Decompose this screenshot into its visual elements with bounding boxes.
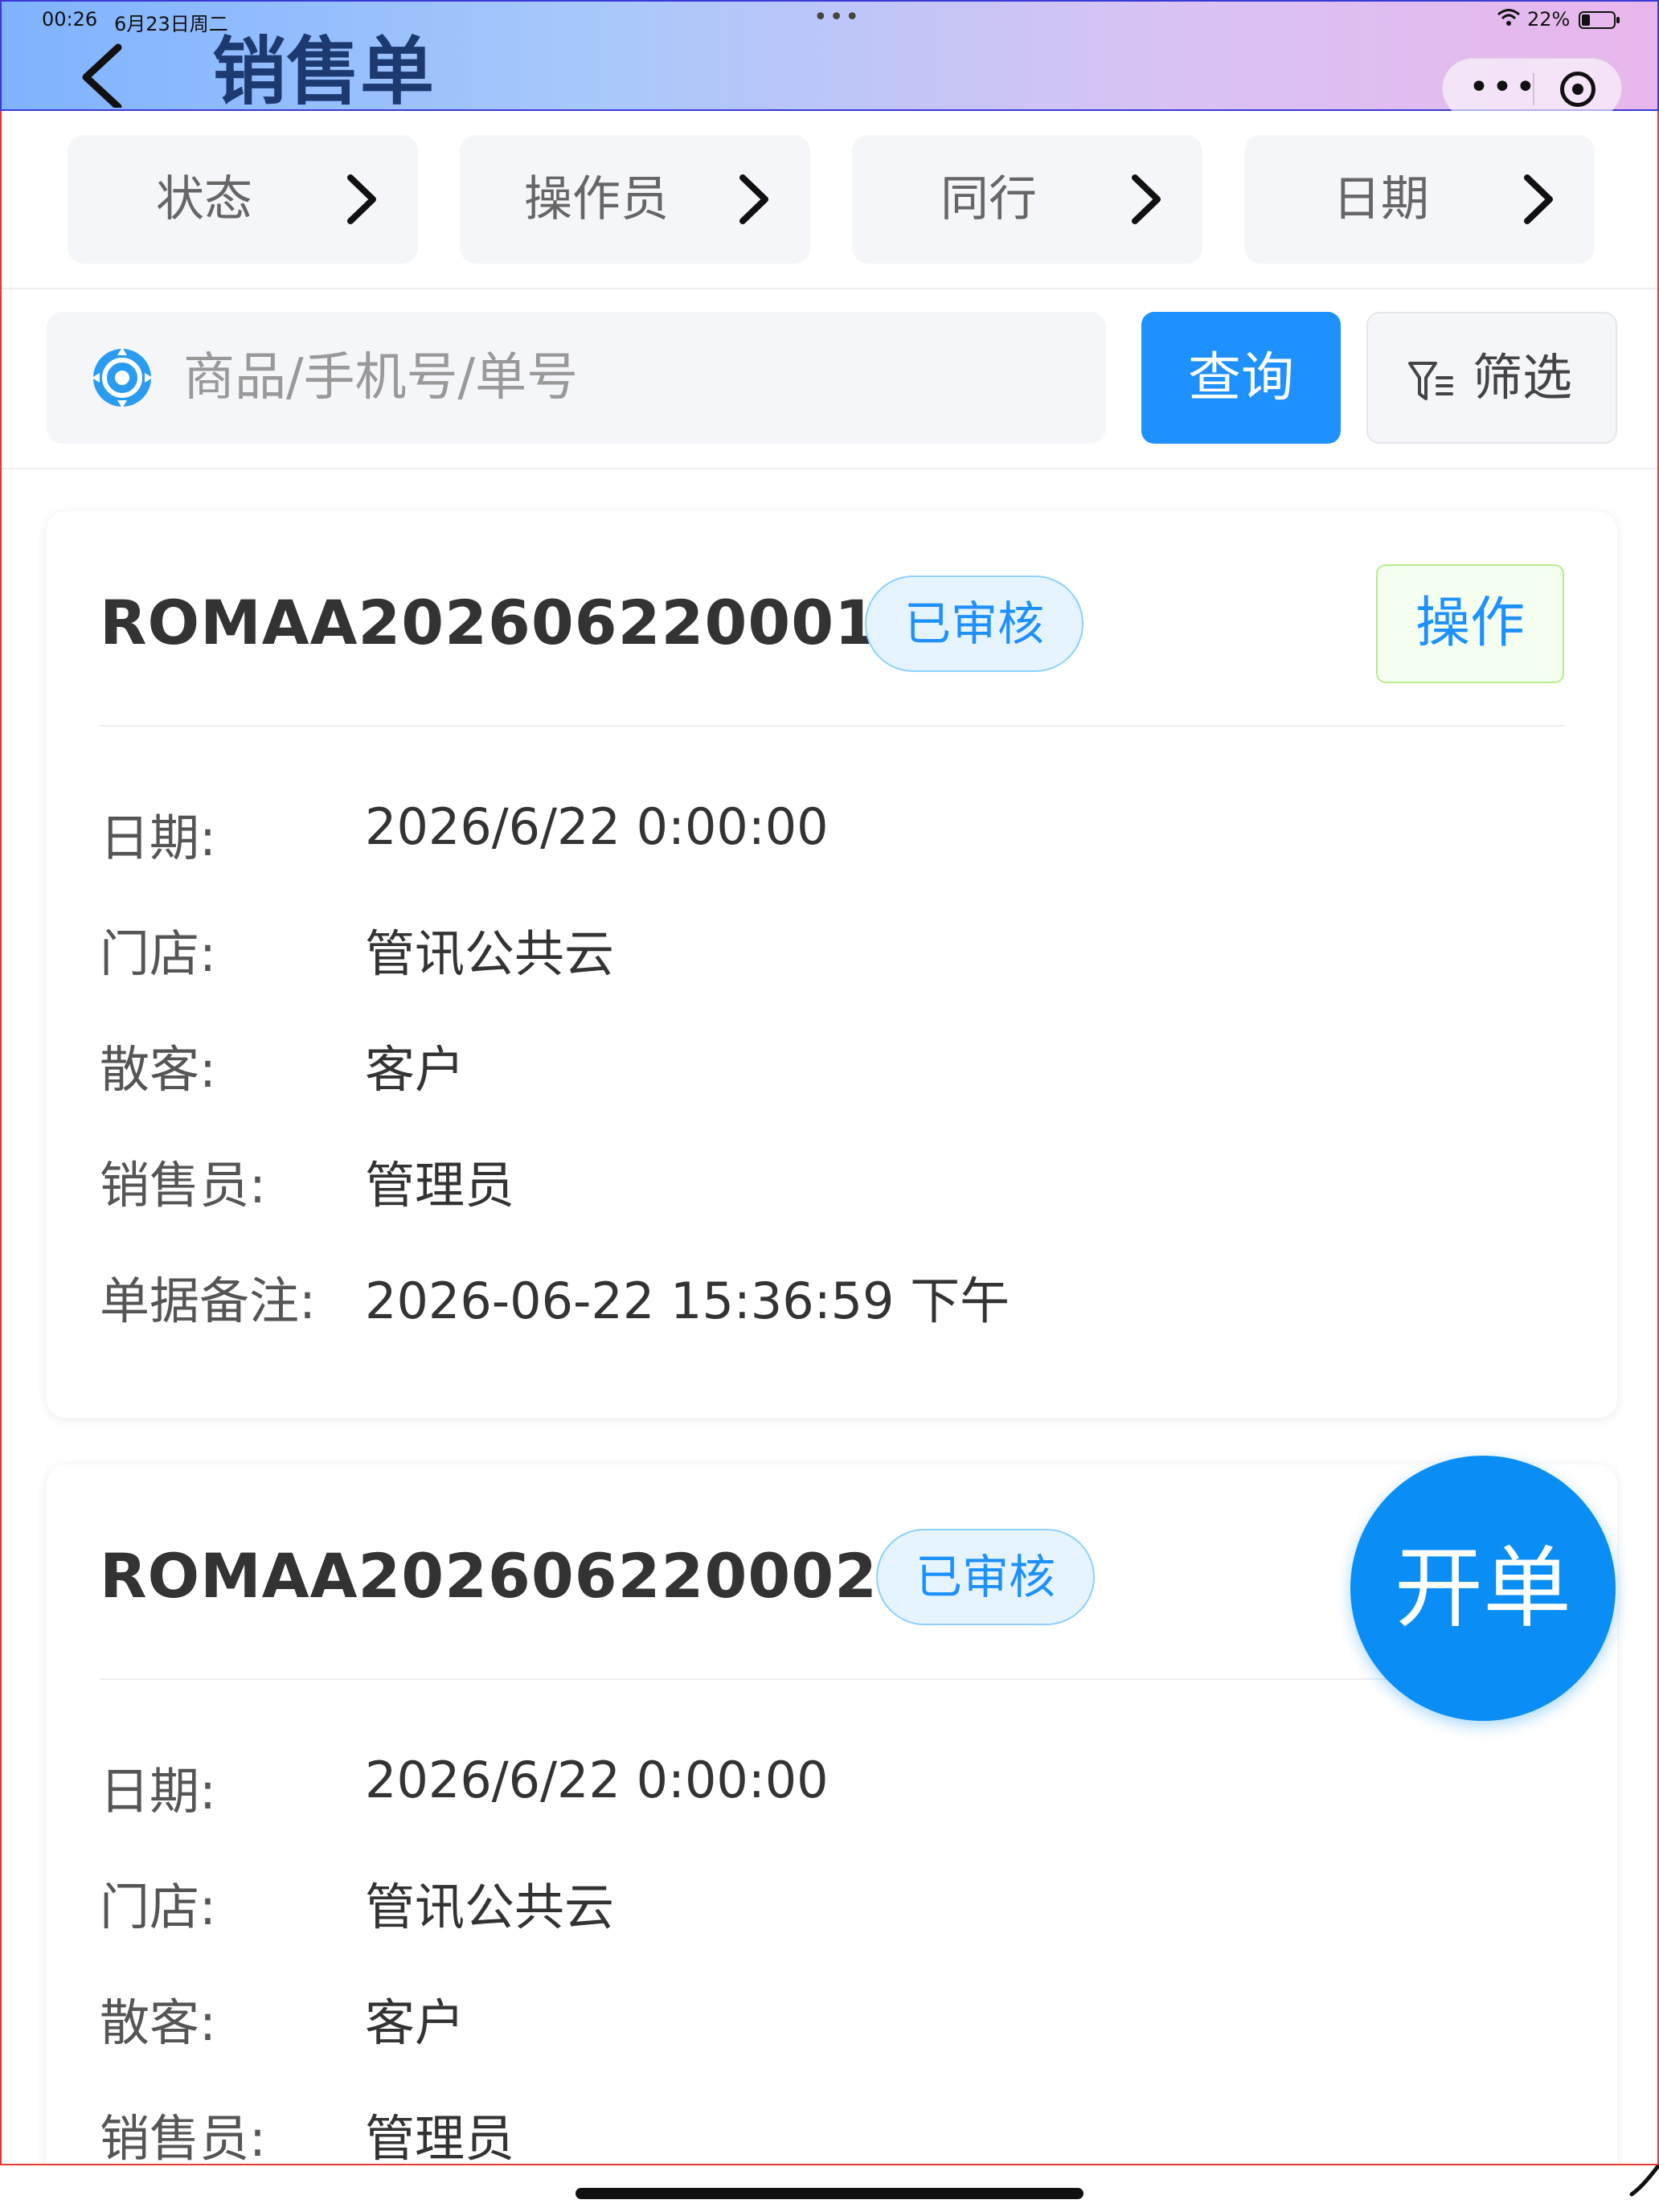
field-value-salesperson: 管理员 [365, 1156, 515, 1215]
header: 00:26 6月23日周二 ••• 22% 销售单 ••• [0, 0, 1659, 119]
wifi-icon-svg [1497, 9, 1520, 26]
status-badge: 已审核 [865, 576, 1083, 672]
capsule-divider [1533, 73, 1534, 105]
filter-date[interactable]: 日期 [1244, 135, 1595, 264]
field-label-salesperson: 销售员: [100, 2109, 266, 2165]
close-target-icon[interactable] [1560, 72, 1596, 107]
card-divider [100, 1678, 1564, 1680]
search-input[interactable] [182, 336, 1066, 420]
filter-peer[interactable]: 同行 [852, 135, 1202, 264]
battery-icon [1579, 11, 1620, 29]
back-arrow-icon[interactable] [74, 43, 130, 108]
field-value-customer: 客户 [365, 1040, 465, 1099]
operate-button[interactable]: 操作 [1376, 564, 1564, 683]
search-row: 查询 筛选 [2, 289, 1657, 469]
funnel-icon [1408, 362, 1453, 400]
chevron-right-icon [1524, 174, 1553, 224]
field-value-customer: 客户 [365, 1993, 465, 2052]
mini-program-capsule: ••• [1442, 58, 1622, 119]
chevron-right-icon [1132, 174, 1161, 224]
field-label-store: 门店: [100, 1878, 216, 1936]
filter-button-label: 筛选 [1473, 348, 1573, 407]
filter-bar: 状态 操作员 同行 日期 [2, 111, 1657, 289]
filter-peer-label: 同行 [940, 171, 1037, 227]
order-card[interactable]: ROMAA202606220001 已审核 操作 日期: 2026/6/22 0… [47, 511, 1617, 1418]
home-indicator[interactable] [576, 2188, 1083, 2199]
filter-status-label: 状态 [156, 171, 252, 227]
status-time: 00:26 [42, 8, 98, 31]
field-label-customer: 散客: [100, 1993, 216, 2052]
wifi-icon [1497, 8, 1521, 33]
field-label-customer: 散客: [100, 1040, 216, 1099]
field-value-salesperson: 管理员 [365, 2109, 515, 2165]
field-label-store: 门店: [100, 924, 216, 983]
query-button[interactable]: 查询 [1141, 312, 1341, 444]
filter-date-label: 日期 [1333, 171, 1429, 227]
scan-target-icon[interactable] [88, 344, 156, 412]
field-label-date: 日期: [100, 809, 216, 867]
filter-operator-label: 操作员 [524, 171, 669, 227]
status-badge: 已审核 [876, 1529, 1095, 1625]
card-divider [100, 725, 1564, 727]
order-number: ROMAA202606220001 [100, 587, 878, 658]
page-title: 销售单 [212, 29, 435, 115]
field-value-store: 管讯公共云 [365, 1878, 615, 1936]
search-box[interactable] [47, 312, 1106, 444]
more-icon[interactable]: ••• [1469, 70, 1538, 105]
chevron-right-icon [347, 174, 376, 224]
field-label-salesperson: 销售员: [100, 1156, 266, 1215]
filter-operator[interactable]: 操作员 [460, 135, 810, 264]
order-number: ROMAA202606220002 [100, 1540, 878, 1612]
pencil-icon [1629, 2165, 1659, 2197]
new-order-fab[interactable]: 开单 [1350, 1456, 1616, 1721]
multitask-dots-icon[interactable]: ••• [813, 3, 861, 31]
filter-button[interactable]: 筛选 [1366, 312, 1617, 444]
field-label-remark: 单据备注: [100, 1272, 316, 1330]
field-value-remark: 2026-06-22 15:36:59 下午 [365, 1272, 1010, 1330]
field-value-date: 2026/6/22 0:00:00 [365, 797, 829, 856]
battery-percent: 22% [1527, 8, 1571, 31]
chevron-right-icon [739, 174, 768, 224]
content-frame: 状态 操作员 同行 日期 商品/手机号/单号 查询 筛选 ROMAA202606… [0, 111, 1659, 2165]
status-date: 6月23日周二 [114, 13, 228, 35]
field-label-date: 日期: [100, 1762, 216, 1821]
field-value-store: 管讯公共云 [365, 924, 615, 983]
field-value-date: 2026/6/22 0:00:00 [365, 1751, 829, 1809]
filter-status[interactable]: 状态 [68, 135, 418, 264]
